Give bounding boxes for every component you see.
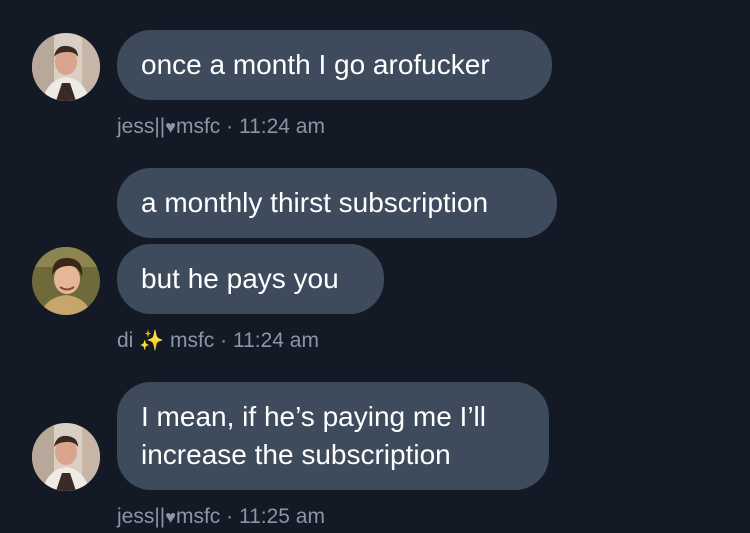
sparkle-icon: ✨ bbox=[139, 330, 165, 352]
message-meta: jess||♥msfc · 11:25 am bbox=[117, 505, 325, 529]
sender-name[interactable]: jess|| bbox=[117, 505, 165, 528]
sender-handle: msfc bbox=[169, 329, 215, 352]
message-meta: jess||♥msfc · 11:24 am bbox=[117, 115, 325, 139]
sender-name[interactable]: di bbox=[117, 329, 133, 352]
message-text: a monthly thirst subscription bbox=[141, 187, 489, 218]
message-bubble[interactable]: I mean, if he’s paying me I’ll increase … bbox=[117, 382, 549, 490]
meta-separator: · bbox=[226, 505, 234, 528]
message-bubble[interactable]: a monthly thirst subscription bbox=[117, 168, 557, 238]
message-text: I mean, if he’s paying me I’ll increase … bbox=[141, 401, 486, 470]
avatar[interactable] bbox=[32, 33, 100, 101]
sender-handle: msfc bbox=[175, 115, 221, 138]
message-text: once a month I go arofucker bbox=[141, 49, 490, 80]
sender-name[interactable]: jess|| bbox=[117, 115, 165, 138]
avatar[interactable] bbox=[32, 423, 100, 491]
sender-handle: msfc bbox=[175, 505, 221, 528]
message-meta: di ✨ msfc · 11:24 am bbox=[117, 328, 319, 353]
avatar[interactable] bbox=[32, 247, 100, 315]
meta-separator: · bbox=[226, 115, 234, 138]
heart-icon: ♥ bbox=[165, 117, 176, 137]
timestamp: 11:25 am bbox=[238, 505, 325, 528]
heart-icon: ♥ bbox=[165, 507, 176, 527]
meta-separator: · bbox=[220, 329, 228, 352]
message-text: but he pays you bbox=[141, 263, 339, 294]
timestamp: 11:24 am bbox=[232, 329, 319, 352]
timestamp: 11:24 am bbox=[238, 115, 325, 138]
dm-thread: once a month I go arofucker jess||♥msfc … bbox=[0, 0, 750, 533]
message-bubble[interactable]: once a month I go arofucker bbox=[117, 30, 552, 100]
message-bubble[interactable]: but he pays you bbox=[117, 244, 384, 314]
